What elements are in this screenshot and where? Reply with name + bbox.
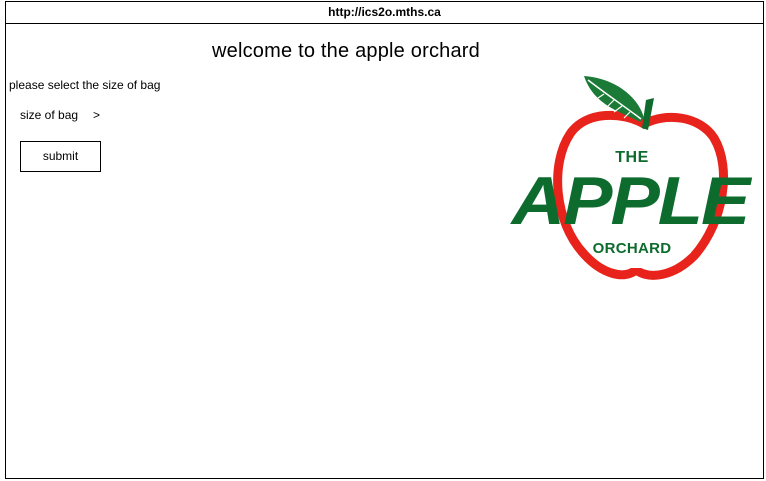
logo-text-apple: APPLE xyxy=(511,162,751,239)
apple-orchard-logo: THE APPLE ORCHARD xyxy=(512,72,758,284)
url-bar[interactable]: http://ics2o.mths.ca xyxy=(6,2,763,24)
submit-button[interactable]: submit xyxy=(20,141,101,172)
logo-text-orchard: ORCHARD xyxy=(592,240,672,257)
bag-size-prompt: please select the size of bag xyxy=(9,78,161,92)
bag-size-label: size of bag xyxy=(20,108,79,122)
bag-size-selector[interactable]: size of bag > xyxy=(20,108,100,122)
stem-icon xyxy=(642,98,654,130)
page-title: welcome to the apple orchard xyxy=(212,40,480,62)
chevron-right-icon[interactable]: > xyxy=(93,108,100,122)
browser-window: http://ics2o.mths.ca welcome to the appl… xyxy=(5,1,764,479)
